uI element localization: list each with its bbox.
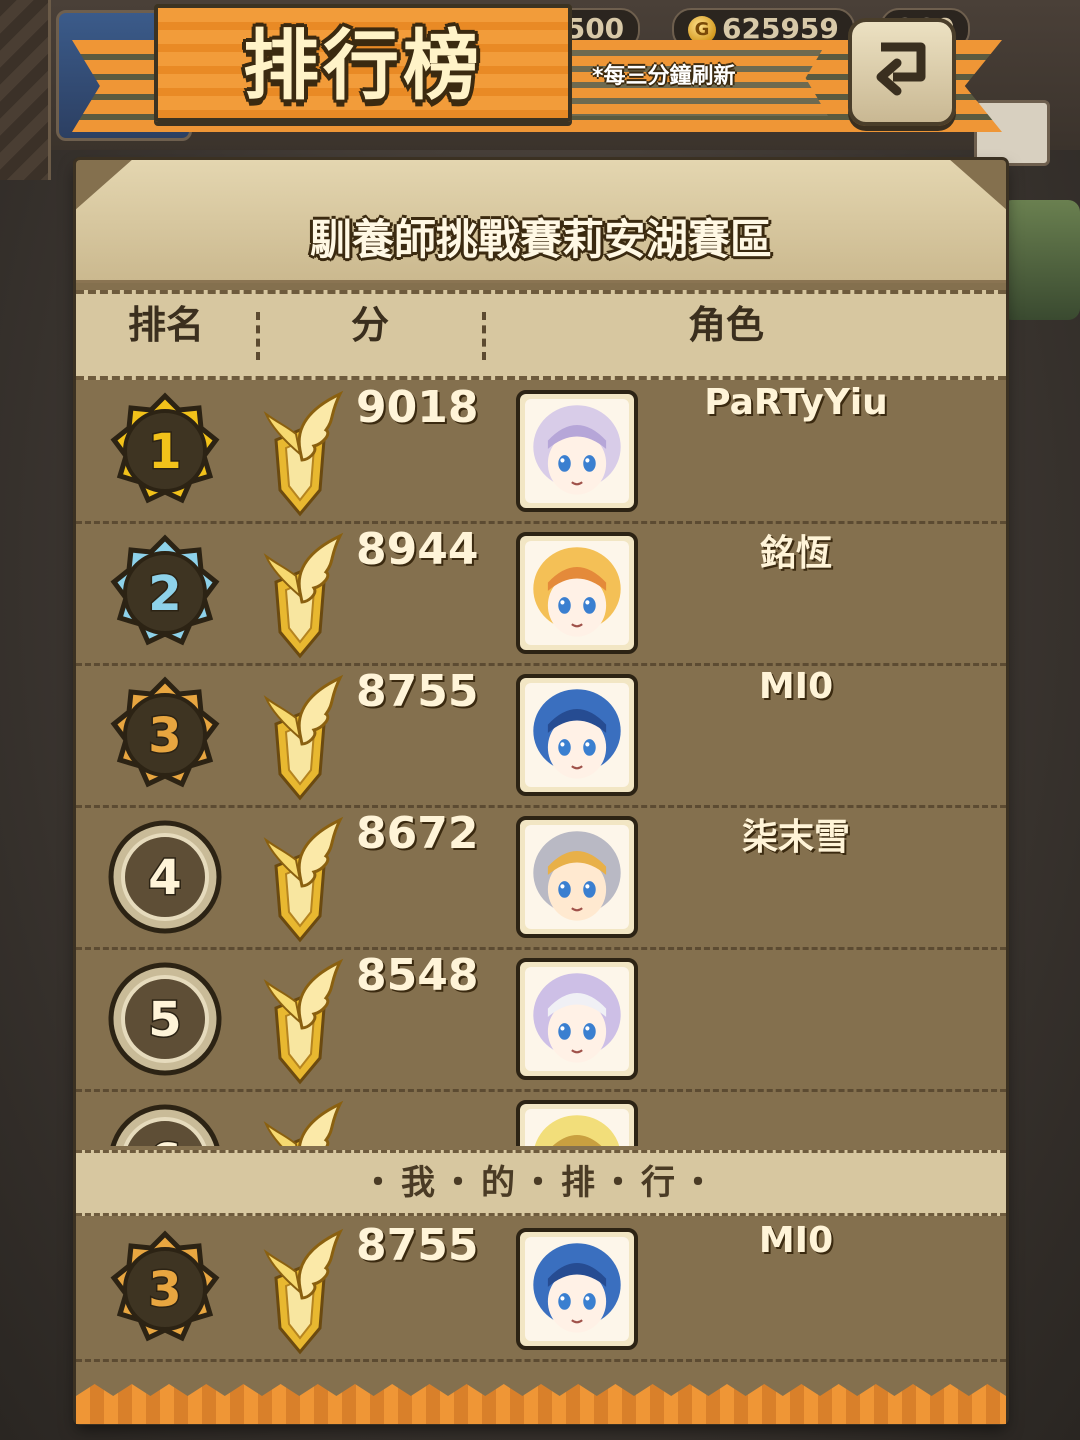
rank-badge-plain: 4 xyxy=(104,816,226,938)
rank-badge-gold: 1 xyxy=(104,390,226,512)
player-name: PaRTyYiu xyxy=(704,382,888,423)
rank-badge-silver: 2 xyxy=(104,532,226,654)
character-avatar[interactable] xyxy=(516,1228,638,1350)
player-name: MI0 xyxy=(758,1220,834,1261)
ranking-row[interactable]: 1 9018 PaRTyYiu xyxy=(76,382,1006,524)
panel-bottom-trim xyxy=(76,1384,1006,1424)
menu-handle xyxy=(0,0,51,180)
wing-emblem-icon xyxy=(256,674,344,802)
column-header: 排名 分 角色 xyxy=(76,290,1006,380)
bag-icon xyxy=(1000,200,1080,320)
ranking-row[interactable]: 4 8672 柒末雪 xyxy=(76,808,1006,950)
character-portrait xyxy=(525,683,629,787)
column-score: 分 xyxy=(350,303,389,347)
mail-icon xyxy=(974,100,1050,166)
svg-text:6: 6 xyxy=(148,1134,181,1146)
column-character: 角色 xyxy=(687,303,764,347)
character-portrait xyxy=(525,399,629,503)
my-rank-row[interactable]: 3 8755 MI0 xyxy=(76,1220,1006,1362)
ranking-row[interactable]: 3 8755 MI0 xyxy=(76,666,1006,808)
wing-emblem-icon xyxy=(256,532,344,660)
character-avatar[interactable] xyxy=(516,532,638,654)
character-portrait xyxy=(525,1237,629,1341)
character-avatar[interactable] xyxy=(516,1100,638,1146)
column-rank: 排名 xyxy=(127,303,204,347)
svg-text:5: 5 xyxy=(148,992,181,1048)
player-name: MI0 xyxy=(758,666,834,707)
character-portrait xyxy=(525,825,629,929)
wing-emblem-icon xyxy=(256,1100,344,1146)
character-avatar[interactable] xyxy=(516,390,638,512)
player-name xyxy=(676,1092,916,1146)
ranking-row[interactable]: 2 8944 銘恆 xyxy=(76,524,1006,666)
refresh-note: *每三分鐘刷新 xyxy=(592,64,736,89)
player-name: 柒末雪 xyxy=(741,817,850,858)
svg-text:3: 3 xyxy=(148,1262,181,1318)
wing-emblem-icon xyxy=(256,816,344,944)
character-portrait xyxy=(525,1109,629,1146)
rank-badge-bronze: 3 xyxy=(104,1228,226,1350)
player-name: 銘恆 xyxy=(759,533,832,574)
gold-coin-icon: G xyxy=(688,16,716,44)
character-avatar[interactable] xyxy=(516,674,638,796)
page-title: 排行榜 xyxy=(243,21,483,110)
score-value: 8755 xyxy=(356,666,479,717)
character-avatar[interactable] xyxy=(516,816,638,938)
wing-emblem-icon xyxy=(256,390,344,518)
score-value: 9018 xyxy=(356,382,479,433)
board-title: 馴養師挑戰賽莉安湖賽區 xyxy=(309,215,772,264)
svg-text:2: 2 xyxy=(148,566,181,622)
score-value: 8672 xyxy=(356,808,479,859)
return-arrow-icon xyxy=(876,42,926,96)
character-portrait xyxy=(525,967,629,1071)
rank-badge-plain: 5 xyxy=(104,958,226,1080)
svg-text:1: 1 xyxy=(148,424,181,480)
ranking-list[interactable]: 1 9018 PaRTyYiu 2 8944 銘恆 3 8755 MI0 4 8… xyxy=(76,382,1006,1146)
score-value: 8944 xyxy=(356,524,479,575)
player-name xyxy=(676,950,916,1092)
score-value: 8548 xyxy=(356,950,479,1001)
character-portrait xyxy=(525,541,629,645)
svg-text:3: 3 xyxy=(148,708,181,764)
score-value: 8755 xyxy=(356,1220,479,1271)
ranking-row[interactable]: 5 8548 xyxy=(76,950,1006,1092)
my-rank-header: ・我・的・排・行・ xyxy=(76,1150,1006,1216)
back-button[interactable] xyxy=(848,18,956,126)
character-avatar[interactable] xyxy=(516,958,638,1080)
wing-emblem-icon xyxy=(256,1228,344,1356)
ranking-row[interactable]: 6 xyxy=(76,1092,1006,1146)
svg-text:4: 4 xyxy=(148,850,181,906)
rank-badge-bronze: 3 xyxy=(104,674,226,796)
wing-emblem-icon xyxy=(256,958,344,1086)
rank-badge-plain: 6 xyxy=(104,1100,226,1146)
